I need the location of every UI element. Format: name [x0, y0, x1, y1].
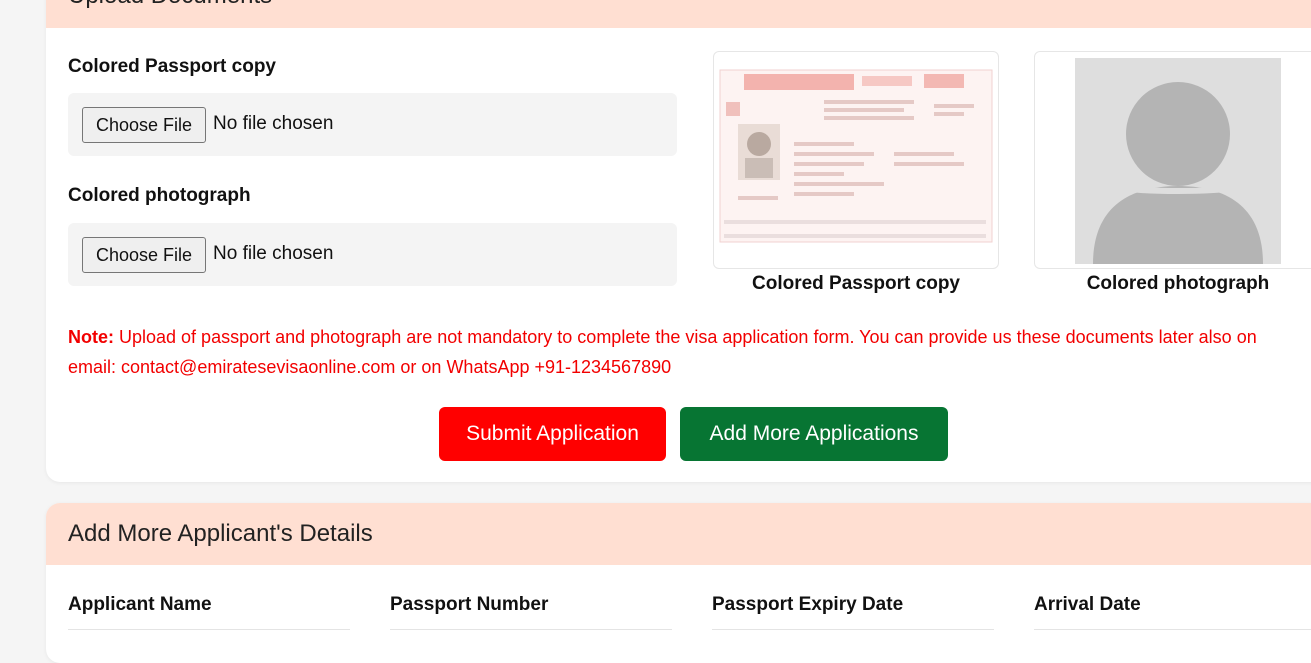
upload-documents-title: Upload Documents — [68, 0, 272, 10]
note-text: Upload of passport and photograph are no… — [68, 327, 1257, 377]
upload-note: Note: Upload of passport and photograph … — [68, 322, 1298, 382]
applicants-details-title: Add More Applicant's Details — [68, 520, 373, 547]
column-passport-number: Passport Number — [390, 594, 549, 615]
photograph-choose-file-button[interactable]: Choose File — [82, 237, 206, 273]
note-prefix: Note: — [68, 327, 114, 347]
photograph-file-status: No file chosen — [213, 243, 334, 264]
divider — [712, 629, 994, 630]
photograph-sample-preview — [1034, 51, 1311, 269]
passport-file-status: No file chosen — [213, 113, 334, 134]
upload-documents-header: Upload Documents — [46, 0, 1311, 28]
divider — [390, 629, 672, 630]
avatar-placeholder-icon — [1075, 58, 1281, 264]
passport-choose-file-button[interactable]: Choose File — [82, 107, 206, 143]
passport-sample-image — [719, 69, 993, 243]
passport-preview-caption: Colored Passport copy — [752, 273, 960, 294]
upload-documents-card: Upload Documents Colored Passport copy C… — [46, 0, 1311, 482]
applicants-details-card: Add More Applicant's Details Applicant N… — [46, 503, 1311, 663]
photograph-preview-caption: Colored photograph — [1086, 273, 1270, 294]
applicants-details-header: Add More Applicant's Details — [46, 503, 1311, 565]
passport-copy-label: Colored Passport copy — [68, 56, 276, 77]
divider — [68, 629, 350, 630]
column-applicant-name: Applicant Name — [68, 594, 212, 615]
column-arrival-date: Arrival Date — [1034, 594, 1141, 615]
column-passport-expiry-date: Passport Expiry Date — [712, 594, 904, 615]
photograph-label: Colored photograph — [68, 185, 251, 206]
photograph-file-input[interactable]: Choose File No file chosen — [68, 223, 677, 286]
passport-file-input[interactable]: Choose File No file chosen — [68, 93, 677, 156]
divider — [1034, 629, 1311, 630]
add-more-applications-button[interactable]: Add More Applications — [680, 407, 948, 461]
passport-sample-preview — [713, 51, 999, 269]
submit-application-button[interactable]: Submit Application — [439, 407, 666, 461]
